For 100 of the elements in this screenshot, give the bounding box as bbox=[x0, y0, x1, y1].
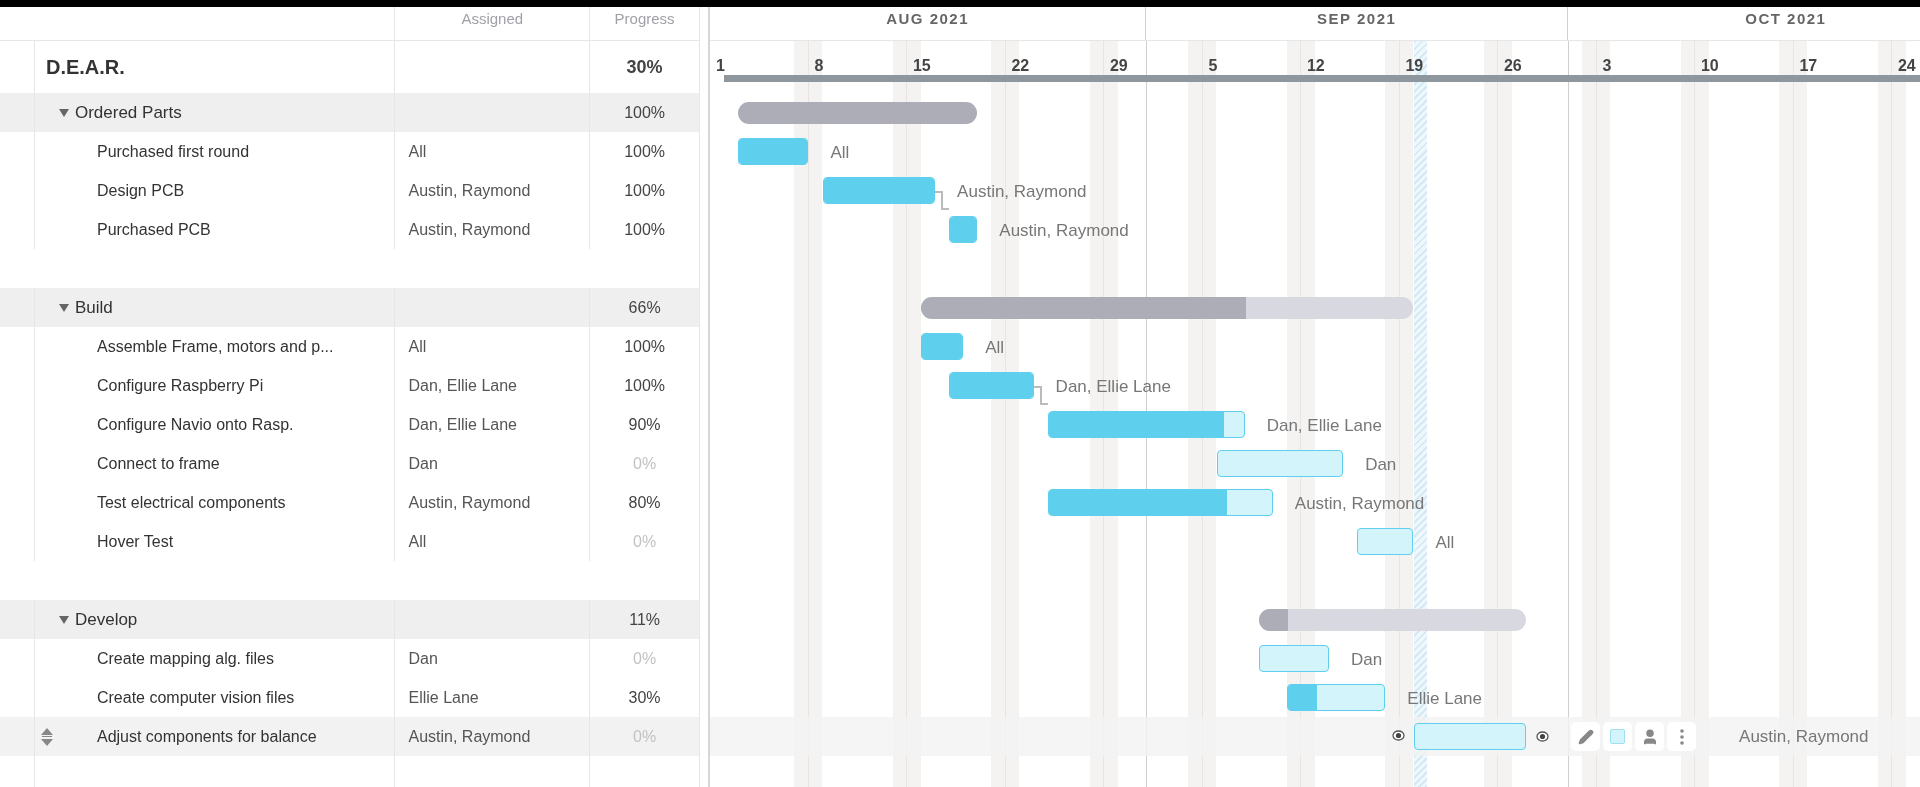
day-label: 15 bbox=[912, 56, 931, 76]
task-bar[interactable] bbox=[1047, 411, 1245, 438]
bar-label: Dan bbox=[1365, 454, 1397, 476]
handle-dot-icon[interactable] bbox=[1391, 730, 1405, 741]
bar-label: Austin, Raymond bbox=[1294, 493, 1425, 515]
group-row[interactable]: Develop 11% bbox=[0, 600, 699, 639]
assignee-text: Dan bbox=[408, 453, 438, 474]
progress-text: 30% bbox=[626, 55, 663, 79]
task-name: Create mapping alg. files bbox=[96, 648, 274, 669]
assignee-text: Dan bbox=[408, 648, 438, 669]
task-name: Configure Navio onto Rasp. bbox=[96, 414, 294, 435]
project-name: D.E.A.R. bbox=[45, 55, 125, 80]
task-name: Configure Raspberry Pi bbox=[96, 375, 264, 396]
assignee-text: Ellie Lane bbox=[408, 687, 479, 708]
task-bar[interactable] bbox=[1216, 450, 1344, 477]
summary-bar[interactable] bbox=[921, 297, 1414, 319]
assignee-text: Austin, Raymond bbox=[408, 219, 531, 240]
task-bar[interactable] bbox=[921, 333, 964, 360]
summary-bar[interactable] bbox=[1258, 609, 1527, 631]
month-label: OCT 2021 bbox=[1745, 9, 1827, 29]
group-name: Ordered Parts bbox=[74, 101, 182, 124]
progress-text: 0% bbox=[633, 648, 657, 669]
bar-label: Ellie Lane bbox=[1407, 688, 1483, 710]
task-name: Purchased first round bbox=[96, 141, 250, 162]
task-name: Test electrical components bbox=[96, 492, 286, 513]
task-row[interactable]: Purchased first round All 100% bbox=[0, 132, 699, 171]
bar-label: Dan, Ellie Lane bbox=[1055, 376, 1171, 398]
bar-label: All bbox=[985, 337, 1005, 359]
pencil-icon bbox=[1577, 728, 1594, 745]
task-row[interactable]: Design PCB Austin, Raymond 100% bbox=[0, 171, 699, 210]
color-swatch-icon bbox=[1610, 729, 1626, 744]
bar-label: Austin, Raymond bbox=[1739, 725, 1869, 748]
bar-label: Dan bbox=[1351, 649, 1383, 671]
day-label: 3 bbox=[1602, 56, 1612, 76]
group-name: Develop bbox=[74, 608, 138, 631]
progress-text: 100% bbox=[624, 141, 666, 162]
task-bar[interactable] bbox=[1047, 489, 1273, 516]
task-row[interactable]: Create mapping alg. files Dan 0% bbox=[0, 639, 699, 678]
assignee-text: Dan, Ellie Lane bbox=[408, 375, 517, 396]
task-bar[interactable] bbox=[1258, 645, 1330, 672]
caret-icon[interactable] bbox=[58, 108, 69, 117]
group-row[interactable]: Build 66% bbox=[0, 288, 699, 327]
day-label: 22 bbox=[1011, 56, 1030, 76]
task-row[interactable]: Hover Test All 0% bbox=[0, 522, 699, 561]
day-label: 5 bbox=[1208, 56, 1218, 76]
task-bar[interactable] bbox=[1286, 684, 1386, 711]
task-bar[interactable] bbox=[1357, 528, 1414, 555]
assignee-text: All bbox=[408, 531, 427, 552]
progress-text: 100% bbox=[624, 336, 666, 357]
connector-line bbox=[1033, 386, 1048, 406]
assignee-text: Austin, Raymond bbox=[408, 726, 531, 747]
task-name: Adjust components for balance bbox=[96, 726, 317, 747]
assignee-text: All bbox=[408, 141, 427, 162]
task-row[interactable]: Assemble Frame, motors and p... All 100% bbox=[0, 327, 699, 366]
progress-text: 100% bbox=[624, 375, 666, 396]
day-label: 29 bbox=[1109, 56, 1128, 76]
progress-text: 11% bbox=[629, 609, 660, 630]
task-bar[interactable] bbox=[1413, 723, 1527, 750]
day-label: 26 bbox=[1503, 56, 1522, 76]
task-row[interactable]: Configure Navio onto Rasp. Dan, Ellie Lane 90% bbox=[0, 405, 699, 444]
task-bar[interactable] bbox=[949, 372, 1034, 399]
day-label: 8 bbox=[814, 56, 824, 76]
task-name: Design PCB bbox=[96, 180, 185, 201]
task-row[interactable]: Test electrical components Austin, Raymond 80% bbox=[0, 483, 699, 522]
task-row[interactable]: Purchased PCB Austin, Raymond 100% bbox=[0, 210, 699, 249]
drag-handle-icon[interactable] bbox=[39, 727, 54, 746]
task-name: Hover Test bbox=[96, 531, 174, 552]
task-row[interactable]: Configure Raspberry Pi Dan, Ellie Lane 100% bbox=[0, 366, 699, 405]
assignee-text: Austin, Raymond bbox=[408, 492, 531, 513]
day-label: 17 bbox=[1799, 56, 1818, 76]
task-bar[interactable] bbox=[738, 138, 809, 165]
bar-label: Austin, Raymond bbox=[999, 220, 1129, 242]
task-bar[interactable] bbox=[822, 177, 936, 204]
progress-text: 100% bbox=[624, 219, 666, 240]
month-label: SEP 2021 bbox=[1317, 9, 1397, 29]
task-row[interactable]: Connect to frame Dan 0% bbox=[0, 444, 699, 483]
assign-button[interactable] bbox=[1635, 722, 1665, 751]
assignee-text: Austin, Raymond bbox=[408, 180, 531, 201]
progress-text: 0% bbox=[633, 531, 657, 552]
day-label: 19 bbox=[1405, 56, 1424, 76]
task-bar[interactable] bbox=[949, 216, 978, 243]
edit-button[interactable] bbox=[1571, 722, 1601, 751]
bar-label: All bbox=[830, 142, 850, 164]
progress-text: 80% bbox=[628, 492, 661, 513]
group-row[interactable]: Ordered Parts 100% bbox=[0, 93, 699, 132]
progress-text: 100% bbox=[624, 180, 666, 201]
day-label: 1 bbox=[716, 56, 725, 76]
assignee-text: All bbox=[408, 336, 427, 357]
summary-bar[interactable] bbox=[738, 102, 978, 124]
task-name: Purchased PCB bbox=[96, 219, 211, 240]
task-name: Connect to frame bbox=[96, 453, 220, 474]
caret-icon[interactable] bbox=[58, 303, 69, 312]
color-button[interactable] bbox=[1603, 722, 1633, 751]
progress-text: 30% bbox=[628, 687, 661, 708]
more-button[interactable] bbox=[1667, 722, 1697, 751]
handle-dot-icon[interactable] bbox=[1536, 731, 1550, 742]
progress-text: 66% bbox=[628, 297, 661, 318]
day-label: 24 bbox=[1897, 56, 1916, 76]
day-label: 10 bbox=[1700, 56, 1719, 76]
caret-icon[interactable] bbox=[58, 615, 69, 624]
